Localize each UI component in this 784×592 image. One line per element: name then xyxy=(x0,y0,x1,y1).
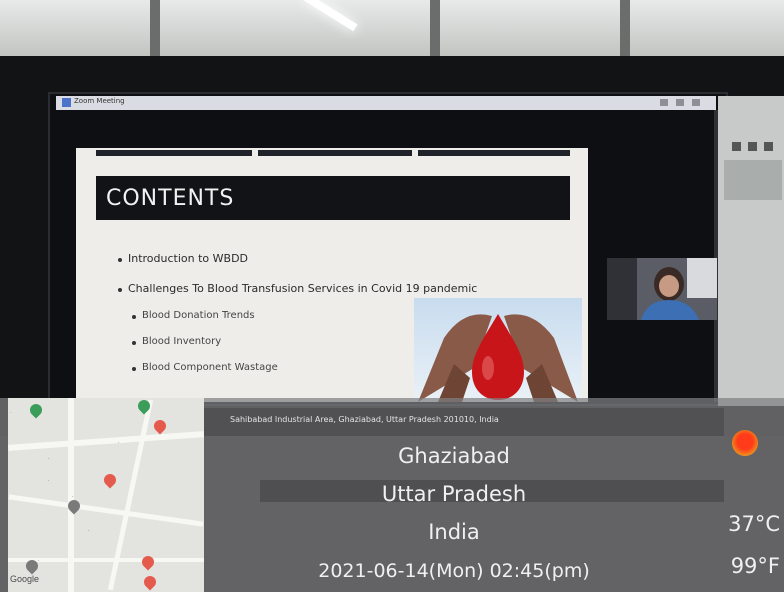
zoom-app-icon xyxy=(62,98,71,107)
ceiling-frame xyxy=(150,0,160,62)
panel-icon xyxy=(748,142,757,151)
slide-heading: CONTENTS xyxy=(106,186,235,211)
slide-header-bar xyxy=(418,150,570,156)
ceiling-frame xyxy=(430,0,440,62)
slide-header-bar xyxy=(258,150,412,156)
bullet-dot xyxy=(118,288,122,292)
google-logo: Google xyxy=(10,574,40,584)
slide-header-bar xyxy=(96,150,252,156)
map-pin-icon[interactable] xyxy=(139,553,157,571)
sub-bullet-dot xyxy=(132,341,136,345)
map-pin-icon[interactable] xyxy=(101,471,119,489)
map-pin-icon[interactable] xyxy=(151,417,169,435)
window-titlebar xyxy=(56,96,716,110)
blood-drop-image xyxy=(414,298,582,402)
state-name: Uttar Pradesh xyxy=(381,482,527,506)
map-pin-icon[interactable] xyxy=(141,573,159,591)
slide-sub-bullet: Blood Donation Trends xyxy=(142,310,255,321)
ceiling-frame xyxy=(620,0,630,62)
full-address: Sahibabad Industrial Area, Ghaziabad, Ut… xyxy=(230,415,499,424)
slide-sub-bullet: Blood Inventory xyxy=(142,336,222,347)
window-title: Zoom Meeting xyxy=(74,97,125,105)
webcam-video-tile xyxy=(607,258,717,320)
close-icon[interactable] xyxy=(692,99,700,106)
bullet-dot xyxy=(118,258,122,262)
slide-bullet: Introduction to WBDD xyxy=(128,252,249,265)
temperature-fahrenheit: 99°F xyxy=(730,554,780,578)
panel-icon xyxy=(764,142,773,151)
sun-icon xyxy=(732,430,758,456)
country-name: India xyxy=(428,520,480,544)
sub-bullet-dot xyxy=(132,367,136,371)
map-pin-icon[interactable] xyxy=(27,401,45,419)
maximize-icon[interactable] xyxy=(676,99,684,106)
city-name: Ghaziabad xyxy=(398,444,510,468)
sub-bullet-dot xyxy=(132,315,136,319)
background-window-content xyxy=(724,160,782,200)
panel-icon xyxy=(732,142,741,151)
slide-bullet: Challenges To Blood Transfusion Services… xyxy=(128,282,478,295)
temperature-celsius: 37°C xyxy=(728,512,780,536)
location-map[interactable]: · · · · · · · Google xyxy=(8,398,204,592)
slide-sub-bullet: Blood Component Wastage xyxy=(142,362,278,373)
date-time-stamp: 2021-06-14(Mon) 02:45(pm) xyxy=(318,560,590,582)
minimize-icon[interactable] xyxy=(660,99,668,106)
